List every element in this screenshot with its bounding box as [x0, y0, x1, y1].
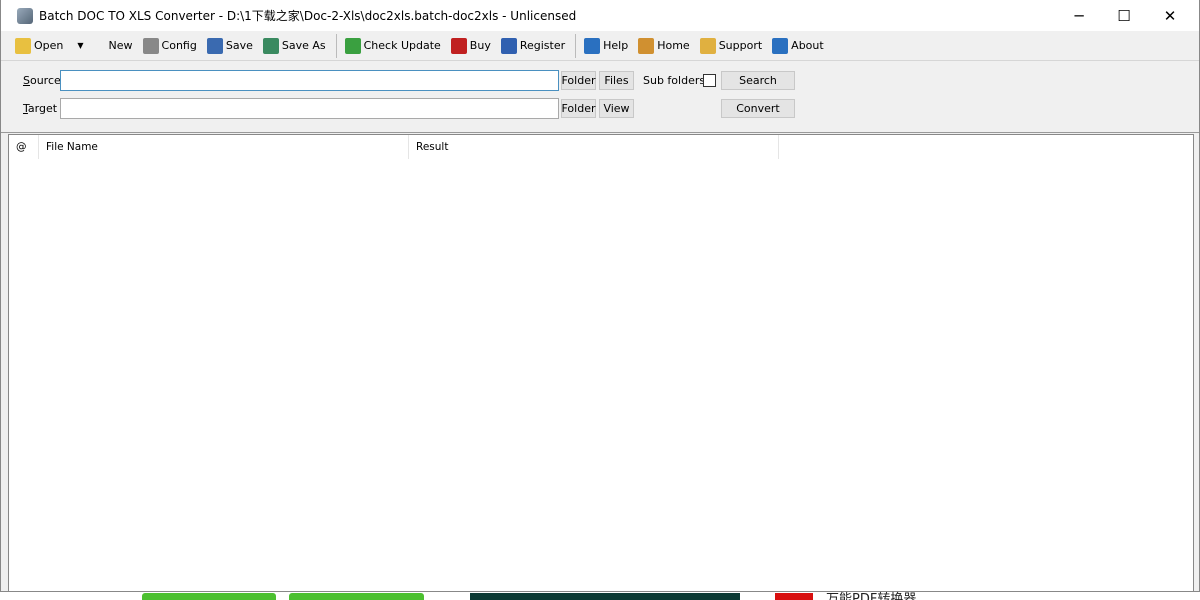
- search-button[interactable]: Search: [721, 71, 795, 90]
- files-button[interactable]: Files: [599, 71, 634, 90]
- toolbar-separator: [575, 33, 577, 58]
- title-bar: Batch DOC TO XLS Converter - D:\1下载之家\Do…: [1, 0, 1199, 31]
- toolbar-label: Config: [161, 39, 197, 52]
- toolbar-new-button[interactable]: New: [89, 37, 133, 54]
- save-as-icon: [262, 37, 279, 54]
- toolbar: Open ▼ New Config Save Save As Check Update Buy…: [1, 31, 1199, 61]
- close-button[interactable]: ✕: [1147, 0, 1193, 31]
- app-window: Batch DOC TO XLS Converter - D:\1下载之家\Do…: [0, 0, 1200, 592]
- toolbar-label: About: [791, 39, 824, 52]
- toolbar-label: Register: [519, 39, 566, 52]
- cart-icon: [450, 37, 467, 54]
- minimize-button[interactable]: ─: [1056, 0, 1102, 31]
- maximize-button[interactable]: ☐: [1101, 0, 1147, 31]
- column-result[interactable]: Result: [409, 134, 779, 159]
- source-target-form: Source Folder Files Sub folders Search T…: [1, 61, 1199, 133]
- background-green-button: [142, 593, 276, 600]
- window-title: Batch DOC TO XLS Converter - D:\1下载之家\Do…: [39, 9, 577, 23]
- toolbar-label: Support: [718, 39, 763, 52]
- user-icon: [500, 37, 517, 54]
- background-banner: [470, 593, 740, 600]
- subfolders-label: Sub folders: [643, 74, 706, 87]
- home-icon: [638, 37, 655, 54]
- toolbar-register-button[interactable]: Register: [500, 37, 566, 54]
- toolbar-support-button[interactable]: Support: [699, 37, 763, 54]
- new-document-icon: [89, 37, 106, 54]
- source-input[interactable]: [60, 70, 559, 91]
- toolbar-open-button[interactable]: Open: [15, 37, 64, 54]
- tools-icon: [142, 37, 159, 54]
- toolbar-about-button[interactable]: About: [772, 37, 824, 54]
- toolbar-label: Open: [34, 39, 64, 52]
- toolbar-help-button[interactable]: Help: [584, 37, 629, 54]
- target-label: Target: [23, 102, 58, 115]
- column-status[interactable]: @: [9, 134, 39, 159]
- view-button[interactable]: View: [599, 99, 634, 118]
- file-list[interactable]: @ File Name Result: [8, 134, 1194, 592]
- toolbar-save-as-button[interactable]: Save As: [262, 37, 326, 54]
- target-input[interactable]: [60, 98, 559, 119]
- subfolders-checkbox[interactable]: [703, 74, 716, 87]
- toolbar-config-button[interactable]: Config: [142, 37, 197, 54]
- open-folder-icon: [15, 37, 31, 54]
- toolbar-label: Help: [603, 39, 629, 52]
- app-icon: [17, 7, 33, 24]
- toolbar-save-button[interactable]: Save: [206, 37, 253, 54]
- refresh-icon: [344, 37, 361, 54]
- toolbar-label: Save As: [281, 39, 326, 52]
- toolbar-home-button[interactable]: Home: [638, 37, 690, 54]
- toolbar-buy-button[interactable]: Buy: [450, 37, 491, 54]
- list-header: @ File Name Result: [9, 134, 1193, 159]
- toolbar-label: Home: [657, 39, 690, 52]
- info-icon: [772, 37, 789, 54]
- toolbar-label: New: [108, 39, 133, 52]
- save-icon: [206, 37, 223, 54]
- toolbar-label: Save: [225, 39, 253, 52]
- column-file-name[interactable]: File Name: [39, 134, 409, 159]
- background-pdf-icon: [775, 593, 813, 600]
- source-label: Source: [23, 74, 61, 87]
- toolbar-label: Buy: [469, 39, 491, 52]
- background-app-name: 万能PDF转换器: [826, 592, 917, 600]
- toolbar-label: Check Update: [363, 39, 441, 52]
- background-green-button-2: [289, 593, 424, 600]
- source-folder-button[interactable]: Folder: [561, 71, 596, 90]
- convert-button[interactable]: Convert: [721, 99, 795, 118]
- toolbar-check-update-button[interactable]: Check Update: [344, 37, 441, 54]
- help-icon: [584, 37, 601, 54]
- toolbar-separator: [335, 33, 337, 58]
- target-folder-button[interactable]: Folder: [561, 99, 596, 118]
- open-dropdown-arrow-icon[interactable]: ▼: [77, 41, 83, 50]
- mail-icon: [699, 37, 716, 54]
